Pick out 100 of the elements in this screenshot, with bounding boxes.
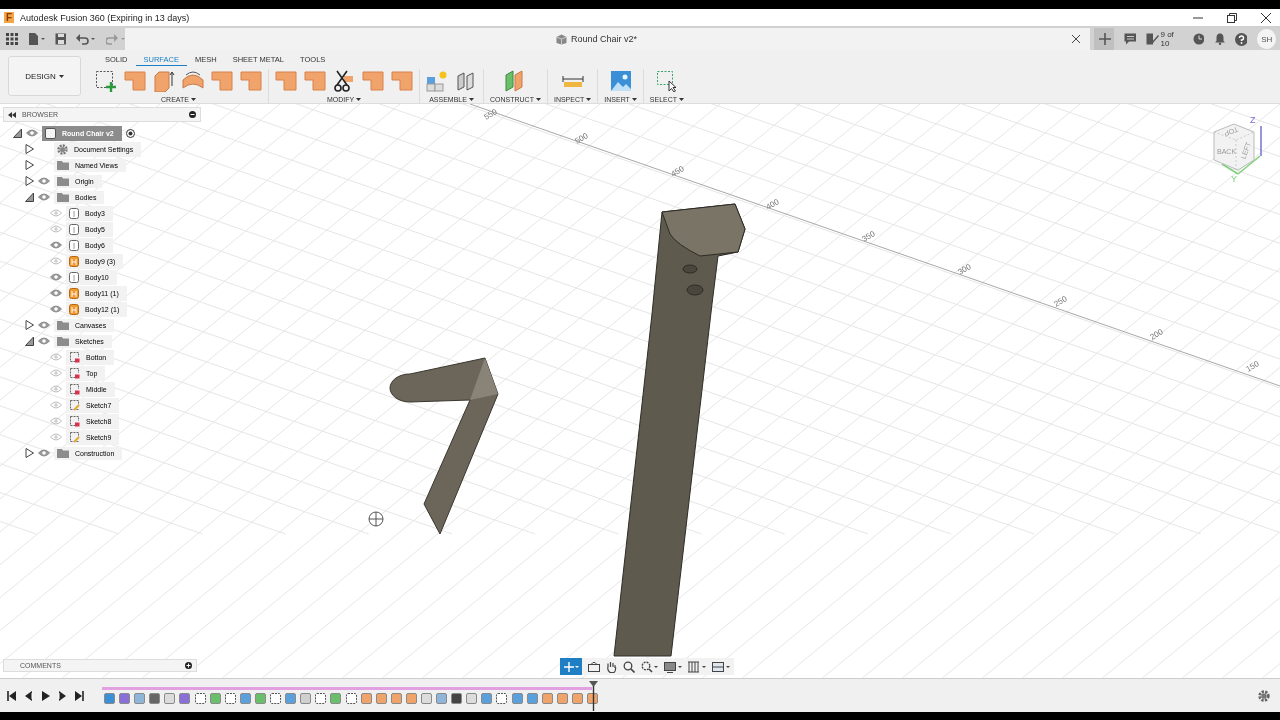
sketch-icon[interactable]	[95, 70, 117, 92]
timeline-feature-icon[interactable]	[194, 693, 206, 704]
eye-icon[interactable]	[38, 321, 50, 329]
grid-settings-icon[interactable]	[688, 660, 706, 673]
help-icon[interactable]	[1235, 32, 1248, 46]
last-step-icon[interactable]	[75, 690, 84, 701]
play-icon[interactable]	[41, 690, 50, 701]
eye-icon[interactable]	[38, 337, 50, 345]
expand-arrow-icon[interactable]	[25, 176, 34, 186]
extrude-icon[interactable]	[153, 70, 175, 92]
expand-arrow-icon[interactable]	[25, 336, 34, 346]
eye-icon[interactable]	[50, 289, 62, 297]
pan-hand-icon[interactable]	[606, 660, 617, 673]
eye-icon[interactable]	[38, 193, 50, 201]
save-icon[interactable]	[54, 33, 67, 45]
eye-icon[interactable]	[38, 449, 50, 457]
eye-icon[interactable]	[50, 225, 62, 233]
surface-icon[interactable]	[240, 70, 262, 92]
user-avatar[interactable]: SH	[1257, 29, 1276, 49]
job-status-icon[interactable]	[1146, 33, 1159, 45]
sweep-icon[interactable]	[182, 70, 204, 92]
comment-icon[interactable]	[1124, 33, 1137, 45]
close-icon[interactable]	[1072, 35, 1080, 43]
folder-icon	[57, 448, 69, 458]
timeline-feature-icon[interactable]	[587, 693, 598, 704]
eye-icon[interactable]	[38, 177, 50, 185]
bell-icon[interactable]	[1214, 33, 1226, 45]
eye-icon[interactable]	[50, 209, 62, 217]
first-step-icon[interactable]	[7, 690, 16, 701]
body-icon	[69, 223, 79, 235]
expand-arrow-icon[interactable]	[13, 128, 22, 138]
axis-label: 350	[860, 229, 877, 244]
eye-icon[interactable]	[50, 273, 62, 281]
expand-arrow-icon[interactable]	[25, 144, 34, 154]
eye-icon[interactable]	[50, 417, 62, 425]
collapse-icon[interactable]	[8, 111, 16, 118]
grid-menu-icon[interactable]	[6, 33, 18, 45]
undo-icon[interactable]	[76, 33, 96, 45]
pin-icon[interactable]	[189, 111, 196, 118]
document-tab-title[interactable]: Round Chair v2*	[571, 34, 638, 44]
new-component-icon[interactable]	[426, 70, 448, 92]
folder-icon	[57, 176, 69, 186]
timeline-feature-icon[interactable]	[451, 693, 463, 704]
eye-icon[interactable]	[50, 401, 62, 409]
caret-icon	[190, 98, 196, 101]
timeline-feature-icon[interactable]	[496, 693, 508, 704]
eye-icon[interactable]	[50, 305, 62, 313]
eye-icon[interactable]	[26, 129, 38, 137]
timeline-feature-icon[interactable]	[345, 693, 357, 704]
job-status-text[interactable]: 9 of 10	[1160, 30, 1184, 48]
axis-label: 400	[764, 197, 781, 212]
surface-icon[interactable]	[362, 70, 384, 92]
axis-label: 200	[1148, 327, 1165, 342]
joint-icon[interactable]	[455, 70, 477, 92]
restore-icon[interactable]	[1226, 11, 1238, 24]
eye-icon[interactable]	[50, 433, 62, 441]
viewports-icon[interactable]	[712, 660, 730, 673]
timeline-feature-icon[interactable]	[149, 693, 161, 704]
look-at-icon[interactable]	[588, 661, 600, 672]
timeline-feature-icon[interactable]	[224, 693, 236, 704]
workspace-dropdown[interactable]: DESIGN	[8, 56, 81, 96]
eye-icon[interactable]	[50, 241, 62, 249]
surface-icon[interactable]	[304, 70, 326, 92]
expand-arrow-icon[interactable]	[25, 160, 34, 170]
zoom-icon[interactable]	[623, 660, 635, 673]
timeline-marker-icon[interactable]	[589, 680, 598, 711]
body-icon	[69, 303, 79, 315]
next-step-icon[interactable]	[58, 690, 67, 701]
folder-icon	[57, 192, 69, 202]
surface-icon[interactable]	[211, 70, 233, 92]
orbit-tool-button[interactable]	[560, 658, 582, 675]
caret-icon	[356, 98, 362, 101]
select-icon[interactable]	[655, 70, 678, 92]
eye-icon[interactable]	[50, 257, 62, 265]
add-comment-icon[interactable]	[185, 662, 192, 669]
expand-arrow-icon[interactable]	[25, 448, 34, 458]
display-settings-icon[interactable]	[664, 660, 682, 673]
file-icon[interactable]	[27, 33, 45, 45]
scissors-icon[interactable]	[333, 70, 355, 92]
timeline-feature-icon[interactable]	[270, 693, 282, 704]
close-icon[interactable]	[1260, 11, 1272, 24]
surface-icon[interactable]	[124, 70, 146, 92]
expand-arrow-icon[interactable]	[25, 320, 34, 330]
active-radio-icon[interactable]	[125, 128, 135, 138]
timeline-feature-icon[interactable]	[315, 693, 327, 704]
image-icon[interactable]	[609, 70, 632, 92]
zoom-fit-icon[interactable]	[641, 660, 658, 673]
redo-icon[interactable]	[105, 33, 125, 45]
surface-icon[interactable]	[275, 70, 297, 92]
move-cursor-icon	[368, 511, 384, 527]
eye-icon[interactable]	[50, 369, 62, 377]
eye-icon[interactable]	[50, 385, 62, 393]
app-logo: F	[4, 12, 15, 23]
expand-arrow-icon[interactable]	[25, 192, 34, 202]
new-tab-icon[interactable]	[1094, 28, 1115, 50]
settings-icon[interactable]	[1258, 689, 1270, 702]
previous-step-icon[interactable]	[24, 690, 33, 701]
clock-icon[interactable]	[1193, 33, 1205, 45]
surface-icon[interactable]	[391, 70, 413, 92]
eye-icon[interactable]	[50, 353, 62, 361]
